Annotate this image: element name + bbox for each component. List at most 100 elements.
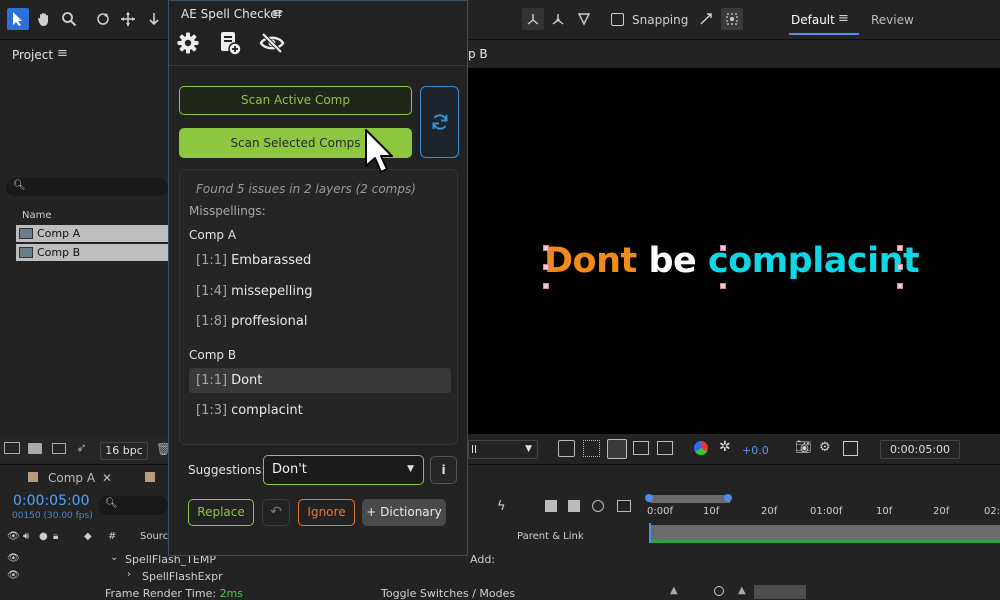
transform-handle[interactable] xyxy=(720,245,726,251)
issue-item[interactable]: [1:3] complacint xyxy=(189,398,451,423)
exposure-reset-icon[interactable]: ✲ xyxy=(719,439,731,455)
motion-blur-icon[interactable] xyxy=(568,500,580,512)
project-column-name[interactable]: Name xyxy=(22,210,52,221)
axis-view-icon[interactable] xyxy=(573,8,595,30)
label-icon[interactable]: ◆ xyxy=(84,531,92,542)
workspace-menu-icon[interactable]: ≡ xyxy=(838,11,849,26)
layer-visibility-icon[interactable]: 👁︎ xyxy=(7,553,20,564)
replace-button[interactable]: Replace xyxy=(188,499,254,526)
ignore-button[interactable]: Ignore xyxy=(298,499,355,526)
timeline-search-input[interactable]: 🔍︎ xyxy=(98,496,168,515)
zoom-in-icon[interactable]: ▲ xyxy=(738,585,746,596)
mask-visibility-icon[interactable] xyxy=(607,439,627,459)
graph-editor-icon[interactable] xyxy=(592,500,604,512)
scan-active-comp-button[interactable]: Scan Active Comp xyxy=(179,86,412,115)
interpret-footage-icon[interactable] xyxy=(4,442,20,454)
snapshot-icon[interactable]: 📷︎ xyxy=(795,440,812,455)
project-panel-title[interactable]: Project xyxy=(12,48,53,62)
snap-expand-icon[interactable] xyxy=(695,8,717,30)
undo-button[interactable]: ↶ xyxy=(262,499,290,526)
suggestions-dropdown[interactable]: Don't ▼ xyxy=(263,455,424,485)
issue-item[interactable]: [1:1] Embarassed xyxy=(189,248,451,273)
timeline-tab-comp-a[interactable]: Comp A xyxy=(48,471,95,485)
frame-blending-icon[interactable] xyxy=(545,500,557,512)
viewer-text-layer[interactable]: Dont be complacint xyxy=(544,241,920,281)
issue-item[interactable]: [1:4] missepelling xyxy=(189,279,451,304)
snap-target-icon[interactable] xyxy=(721,8,743,30)
feather-icon[interactable]: ➶ xyxy=(76,441,87,456)
eye-slash-icon[interactable] xyxy=(259,31,285,57)
toggle-switches-modes[interactable]: Toggle Switches / Modes xyxy=(381,587,515,600)
close-tab-icon[interactable]: ✕ xyxy=(102,471,112,485)
work-area-bar[interactable] xyxy=(650,495,730,503)
mouse-cursor-icon xyxy=(364,128,394,176)
move-tool-icon[interactable] xyxy=(117,8,139,30)
project-menu-icon[interactable]: ≡ xyxy=(57,46,68,61)
viewer-timecode[interactable]: 0:00:05:00 xyxy=(880,440,960,459)
fast-previews-icon[interactable] xyxy=(558,440,575,457)
audio-icon[interactable]: 🔊︎ xyxy=(23,531,29,542)
color-channels-icon[interactable] xyxy=(694,441,708,455)
toggle-3d-view-icon[interactable] xyxy=(843,441,858,456)
current-time-indicator[interactable] xyxy=(649,523,651,543)
add-to-dictionary-button[interactable]: + Dictionary xyxy=(362,499,446,526)
issue-item[interactable]: [1:8] proffesional xyxy=(189,309,451,334)
pin-tool-icon[interactable] xyxy=(143,8,165,30)
rotation-tool-icon[interactable] xyxy=(92,8,114,30)
gear-icon[interactable] xyxy=(176,31,202,57)
transform-handle[interactable] xyxy=(543,245,549,251)
project-item[interactable]: Comp B xyxy=(16,244,168,261)
viewer-tab-label[interactable]: p B xyxy=(468,47,488,61)
comp-flowchart-icon[interactable] xyxy=(617,500,631,512)
zoom-tool-icon[interactable] xyxy=(58,8,80,30)
transform-handle[interactable] xyxy=(720,283,726,289)
hand-tool-icon[interactable] xyxy=(33,8,55,30)
workspace-default-tab[interactable]: Default xyxy=(791,13,835,27)
snapping-checkbox[interactable] xyxy=(611,13,624,26)
layer-visibility-icon[interactable]: 👁︎ xyxy=(7,570,20,581)
solo-icon[interactable]: ● xyxy=(39,531,48,542)
layer-duration-bar[interactable] xyxy=(650,540,1000,543)
chevron-down-icon[interactable]: ⌄ xyxy=(110,552,118,563)
add-document-icon[interactable] xyxy=(218,31,244,57)
composition-viewer[interactable]: Dont be complacint xyxy=(468,68,1000,434)
chevron-right-icon[interactable]: › xyxy=(127,569,131,580)
transform-handle[interactable] xyxy=(897,283,903,289)
new-folder-icon[interactable] xyxy=(28,443,42,454)
selection-tool-icon[interactable] xyxy=(7,8,29,30)
panel-menu-icon[interactable]: ≡ xyxy=(272,6,283,21)
grid-guides-icon[interactable] xyxy=(657,441,673,455)
resolution-dropdown[interactable]: ll ▼ xyxy=(468,440,538,459)
project-search-input[interactable]: 🔍︎ xyxy=(6,178,168,196)
region-of-interest-icon[interactable] xyxy=(633,441,649,455)
axis-local-icon[interactable] xyxy=(522,8,544,30)
timeline-current-time[interactable]: 0:00:05:00 xyxy=(13,493,90,509)
transform-handle[interactable] xyxy=(543,264,549,270)
project-item[interactable]: Comp A xyxy=(16,225,168,242)
work-area-end-handle[interactable] xyxy=(724,494,732,502)
transform-handle[interactable] xyxy=(897,264,903,270)
transform-handle[interactable] xyxy=(897,245,903,251)
transform-handle[interactable] xyxy=(543,283,549,289)
bit-depth-button[interactable]: 16 bpc xyxy=(100,442,148,460)
refresh-button[interactable] xyxy=(420,86,459,158)
shy-layers-icon[interactable]: ϟ xyxy=(497,499,506,514)
axis-world-icon[interactable] xyxy=(547,8,569,30)
video-visibility-icon[interactable]: 👁︎ xyxy=(7,531,20,542)
spell-checker-title[interactable]: AE Spell Checker xyxy=(181,7,283,21)
zoom-out-icon[interactable]: ▲ xyxy=(670,585,678,596)
timeline-column-parent[interactable]: Parent & Link xyxy=(517,531,584,542)
work-area-start-handle[interactable] xyxy=(645,494,653,502)
timeline-scrollbar[interactable] xyxy=(754,585,806,599)
info-button[interactable]: i xyxy=(430,456,457,484)
workspace-review-tab[interactable]: Review xyxy=(871,13,914,27)
lock-icon[interactable]: 🔒︎ xyxy=(53,531,58,542)
timeline-layer-name[interactable]: SpellFlashExpr xyxy=(142,570,223,583)
zoom-slider-handle[interactable] xyxy=(714,586,724,596)
add-property-label[interactable]: Add: xyxy=(470,553,495,566)
new-composition-icon[interactable] xyxy=(52,443,66,454)
exposure-value[interactable]: +0.0 xyxy=(742,444,769,457)
issue-item-selected[interactable]: [1:1] Dont xyxy=(189,368,451,393)
show-snapshot-icon[interactable]: ⚙ xyxy=(819,440,831,455)
transparency-grid-icon[interactable] xyxy=(583,440,600,457)
